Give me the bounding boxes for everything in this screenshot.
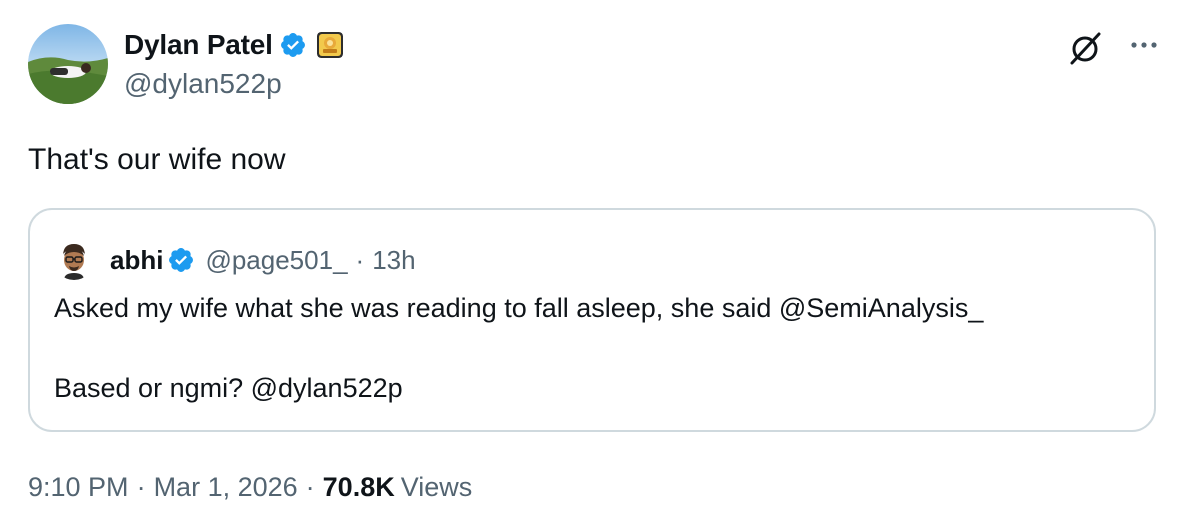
more-options-icon[interactable]	[1124, 28, 1164, 68]
meta-separator-2: ·	[305, 472, 315, 502]
tweet-text: That's our wife now	[28, 143, 286, 176]
author-name-row: Dylan Patel	[124, 26, 343, 64]
quoted-timestamp[interactable]: 13h	[372, 245, 415, 276]
views-count[interactable]: 70.8K	[323, 472, 395, 503]
quoted-author-avatar[interactable]	[54, 240, 94, 280]
author-display-name[interactable]: Dylan Patel	[124, 29, 273, 61]
tweet-date[interactable]: Mar 1, 2026	[154, 472, 298, 503]
quoted-tweet-text-line1: Asked my wife what she was reading to fa…	[54, 293, 984, 323]
grok-icon[interactable]	[1066, 28, 1106, 68]
meta-separator: ·	[136, 472, 146, 502]
quoted-tweet-text-line2: Based or ngmi? @dylan522p	[54, 373, 403, 403]
quoted-tweet-header: abhi @page501_ · 13h	[54, 240, 416, 280]
quoted-author-name[interactable]: abhi	[110, 245, 163, 276]
tweet-meta: 9:10 PM · Mar 1, 2026 · 70.8K Views	[28, 472, 472, 503]
verified-badge-icon[interactable]	[279, 31, 307, 59]
quoted-tweet-card[interactable]: abhi @page501_ · 13h Asked my wife what …	[28, 208, 1156, 432]
quoted-separator: ·	[355, 244, 365, 275]
affiliate-badge-icon[interactable]	[316, 32, 343, 58]
quoted-author-handle[interactable]: @page501_	[205, 245, 347, 276]
author-avatar[interactable]	[28, 24, 108, 104]
author-handle[interactable]: @dylan522p	[124, 68, 282, 100]
tweet-time[interactable]: 9:10 PM	[28, 472, 129, 503]
views-label: Views	[400, 472, 473, 502]
quoted-verified-badge-icon[interactable]	[167, 246, 195, 274]
